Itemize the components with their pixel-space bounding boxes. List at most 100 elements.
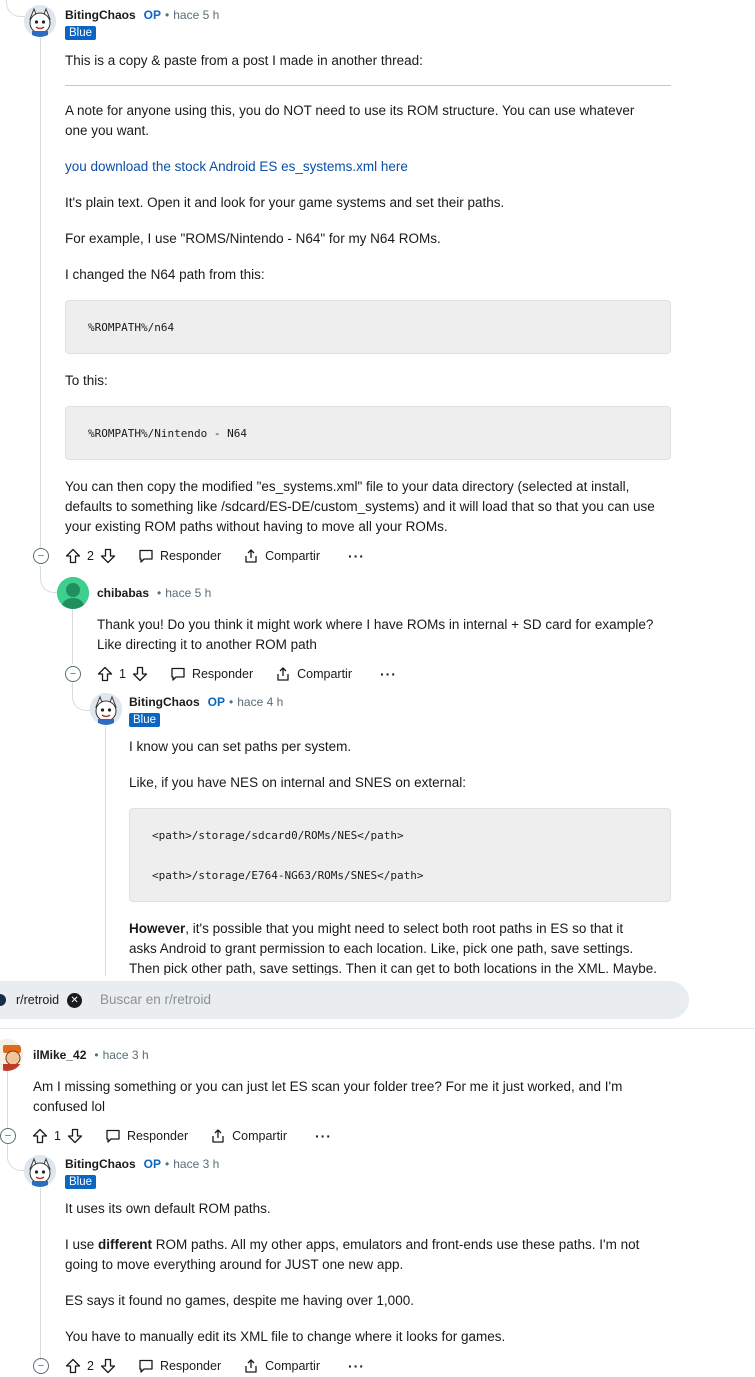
collapse-button[interactable]: − [0,1128,16,1144]
comment-text: Am I missing something or you can just l… [33,1079,623,1094]
user-flair: Blue [129,713,161,727]
upvote-icon[interactable] [65,548,81,564]
more-options-button[interactable]: ··· [348,1358,365,1374]
share-label: Compartir [265,1359,320,1373]
share-button[interactable]: Compartir [243,1358,320,1374]
collapse-button[interactable]: − [65,666,81,682]
more-options-button[interactable]: ··· [380,666,397,682]
timestamp[interactable]: hace 3 h [173,1157,219,1171]
username[interactable]: BitingChaos [65,8,136,22]
comment-text: To this: [65,373,108,388]
chip-label: r/retroid [16,993,60,1007]
comment-text-span: I use [65,1237,99,1252]
reply-button[interactable]: Responder [170,666,253,682]
divider [0,1028,755,1029]
chip-dot [0,994,6,1006]
comment-icon [139,549,153,563]
reply-button[interactable]: Responder [138,548,221,564]
comment-text: Like directing it to another ROM path [97,637,317,652]
timestamp[interactable]: hace 4 h [237,695,283,709]
comment-meta: chibabas • hace 5 h [97,586,212,600]
collapse-button[interactable]: − [33,548,49,564]
comment-actions: − 2 Responder Compartir ··· [33,1355,365,1377]
reply-button[interactable]: Responder [138,1358,221,1374]
search-input[interactable]: Buscar en r/retroid [100,992,211,1007]
comment-meta: BitingChaos OP • hace 5 h [65,8,220,22]
code-block: <path>/storage/sdcard0/ROMs/NES</path> <… [129,808,671,902]
downvote-icon[interactable] [132,666,148,682]
subreddit-search-bar[interactable]: r/retroid ✕ Buscar en r/retroid [0,981,689,1019]
vote-count: 1 [54,1129,61,1143]
username[interactable]: ilMike_42 [33,1048,86,1062]
comment-text: This is a copy & paste from a post I mad… [65,53,423,68]
comment-text-span: ROM paths. All my other apps, emulators … [152,1237,640,1252]
code-line: <path>/storage/E764-NG63/ROMs/SNES</path… [152,869,424,882]
upvote-icon[interactable] [32,1128,48,1144]
reply-button[interactable]: Responder [105,1128,188,1144]
comment-text: For example, I use "ROMS/Nintendo - N64"… [65,231,441,246]
comment-meta: BitingChaos OP • hace 3 h [65,1157,220,1171]
share-label: Compartir [297,667,352,681]
subreddit-chip[interactable]: r/retroid ✕ [0,989,83,1011]
code-line: <path>/storage/sdcard0/ROMs/NES</path> [152,829,404,842]
more-options-button[interactable]: ··· [315,1128,332,1144]
bold-text: different [98,1237,153,1252]
reply-label: Responder [126,1129,189,1143]
comment-actions: − 1 Responder Compartir ··· [0,1125,332,1147]
downvote-icon[interactable] [100,1358,116,1374]
close-icon[interactable]: ✕ [67,992,83,1008]
reply-label: Responder [159,549,222,563]
comment-text: going to move everything around for JUST… [65,1257,404,1272]
comment-text: Thank you! Do you think it might work wh… [97,617,654,632]
avatar[interactable] [0,1039,23,1071]
es-systems-link[interactable]: you download the stock Android ES es_sys… [65,157,408,177]
vote-count: 2 [87,549,94,563]
comment-text: It uses its own default ROM paths. [65,1201,271,1216]
user-flair: Blue [65,1175,97,1189]
username[interactable]: BitingChaos [65,1157,136,1171]
comment-actions: − 2 Responder Compartir ··· [33,545,365,567]
comment-icon [139,1359,153,1373]
more-options-button[interactable]: ··· [348,548,365,564]
downvote-icon[interactable] [100,548,116,564]
username[interactable]: chibabas [97,586,149,600]
comment-text: A note for anyone using this, you do NOT… [65,103,635,118]
op-badge: OP [207,695,226,709]
comment-text: ES says it found no games, despite me ha… [65,1293,414,1308]
avatar[interactable] [24,1155,56,1187]
comment-text: You have to manually edit its XML file t… [65,1329,506,1344]
comment-meta: BitingChaos OP • hace 4 h [129,695,284,709]
timestamp[interactable]: hace 5 h [165,586,211,600]
comment-meta: ilMike_42 • hace 3 h [33,1048,149,1062]
comment-text-span: , it's possible that you might need to s… [185,921,624,936]
comment-text-clip: However, it's possible that you might ne… [0,915,755,975]
bold-text: However [129,921,186,936]
op-badge: OP [143,8,162,22]
avatar[interactable] [24,5,56,37]
upvote-icon[interactable] [97,666,113,682]
comment-text: I changed the N64 path from this: [65,267,265,282]
upvote-icon[interactable] [65,1358,81,1374]
collapse-button[interactable]: − [33,1358,49,1374]
share-button[interactable]: Compartir [243,548,320,564]
avatar[interactable] [90,693,122,725]
comment-text: your existing ROM paths without having t… [65,519,448,534]
comment-text: asks Android to grant permission to each… [129,941,634,956]
timestamp[interactable]: hace 5 h [173,8,219,22]
comment-text: I know you can set paths per system. [129,739,352,754]
avatar[interactable] [57,577,89,609]
comment-text: Then pick other path, save settings. The… [129,961,658,975]
comment-icon [106,1129,120,1143]
comment-icon [171,667,185,681]
share-icon [245,549,257,563]
share-button[interactable]: Compartir [210,1128,287,1144]
share-button[interactable]: Compartir [275,666,352,682]
share-label: Compartir [232,1129,287,1143]
user-flair: Blue [65,26,97,40]
comment-text: You can then copy the modified "es_syste… [65,479,630,494]
code-line: %ROMPATH%/n64 [88,321,175,334]
username[interactable]: BitingChaos [129,695,200,709]
code-block: %ROMPATH%/Nintendo - N64 [65,406,671,460]
timestamp[interactable]: hace 3 h [103,1048,149,1062]
downvote-icon[interactable] [67,1128,83,1144]
